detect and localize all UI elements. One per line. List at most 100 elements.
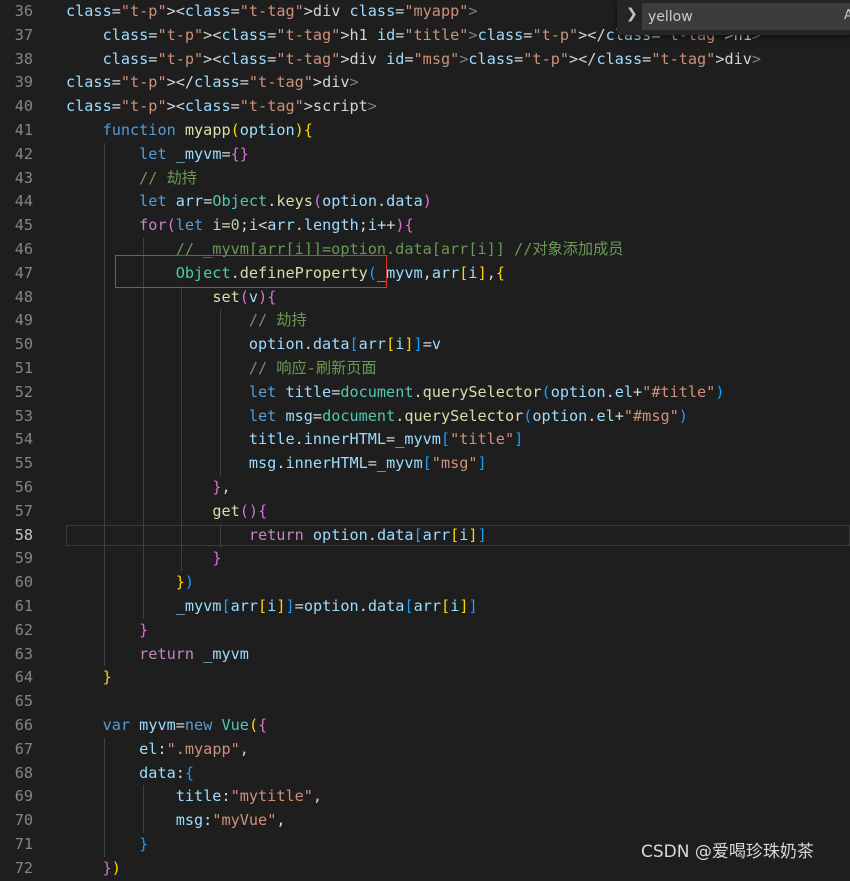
code-line[interactable]: 48 set(v){ [0,286,850,310]
line-number: 50 [14,335,33,354]
line-number: 49 [14,311,33,330]
line-number: 47 [14,263,33,282]
code-line[interactable]: 54 title.innerHTML=_myvm["title"] [0,428,850,452]
code-text: _myvm[arr[i]]=option.data[arr[i]] [175,597,478,615]
code-line[interactable]: 49 // 劫持 [0,309,850,333]
code-line[interactable]: 39 class="t-p"></class="t-tag">div> [0,71,850,95]
code-line[interactable]: 66 var myvm=new Vue({ [0,714,850,738]
line-number: 71 [14,835,33,853]
code-text: msg:"myVue", [175,811,286,830]
code-text: var myvm=new Vue({ [102,716,268,734]
code-line[interactable]: 44 let arr=Object.keys(option.data) [0,190,850,214]
code-text: function myapp(option){ [102,121,313,139]
indent-guide [181,285,183,572]
code-text: // 响应-刷新页面 [248,359,377,377]
line-number: 68 [14,763,33,782]
code-line[interactable]: 51 // 响应-刷新页面 [0,357,850,381]
code-text: class="t-p"><class="t-tag">div class="my… [66,2,478,20]
code-text: let title=document.querySelector(option.… [248,382,725,401]
code-line[interactable]: 57 get(){ [0,500,850,524]
line-number: 36 [14,2,33,20]
line-number: 52 [14,382,33,401]
code-line[interactable]: 52 let title=document.querySelector(opti… [0,381,850,405]
line-number: 41 [14,121,33,139]
code-line[interactable]: 67 el:".myapp", [0,738,850,762]
line-number: 39 [14,73,33,92]
code-line[interactable]: 68 data:{ [0,762,850,786]
code-line[interactable]: 42 let _myvm={} [0,143,850,167]
code-text: } [139,620,149,639]
code-text: } [139,835,149,853]
code-line[interactable]: 64 } [0,666,850,690]
code-text: }) [175,573,195,592]
code-text: class="t-p"><class="t-tag">div id="msg">… [102,49,762,68]
code-editor[interactable]: 36 class="t-p"><class="t-tag">div class="… [0,0,850,877]
line-number: 57 [14,501,33,520]
line-number: 48 [14,287,33,306]
line-number: 53 [14,406,33,425]
code-line[interactable]: 58 return option.data[arr[i]] [0,524,850,548]
line-number: 51 [14,359,33,377]
indent-guide [142,785,144,833]
code-line[interactable]: 69 title:"mytitle", [0,785,850,809]
code-text: // 劫持 [139,168,197,187]
code-text: option.data[arr[i]]=v [248,335,442,354]
line-number: 54 [14,430,33,449]
code-line[interactable]: 59 } [0,547,850,571]
code-line[interactable]: 40 class="t-p"><class="t-tag">script> [0,95,850,119]
code-text: title.innerHTML=_myvm["title"] [248,430,524,449]
code-line[interactable]: 56 }, [0,476,850,500]
code-text: set(v){ [212,287,277,306]
code-text: msg.innerHTML=_myvm["msg"] [248,454,487,473]
line-number: 66 [14,716,33,734]
code-text: }, [212,478,231,496]
code-text: return _myvm [139,644,249,663]
code-text: return option.data[arr[i]] [248,525,487,544]
code-text: // 劫持 [248,311,307,330]
line-number: 38 [14,49,33,68]
line-number: 45 [14,216,33,235]
line-number: 62 [14,620,33,639]
code-line[interactable]: 41 function myapp(option){ [0,119,850,143]
indent-guide [104,142,106,667]
code-line[interactable]: 61 _myvm[arr[i]]=option.data[arr[i]] [0,595,850,619]
code-text: get(){ [212,501,268,520]
chevron-right-icon[interactable]: ❯ [626,6,638,22]
indent-guide [142,238,144,619]
code-line[interactable]: 38 class="t-p"><class="t-tag">div id="ms… [0,48,850,72]
line-number: 55 [14,454,33,473]
line-number: 56 [14,478,33,496]
code-text: class="t-p"><class="t-tag">script> [66,97,377,116]
code-line[interactable]: 55 msg.innerHTML=_myvm["msg"] [0,452,850,476]
code-line[interactable]: 45 for(let i=0;i<arr.length;i++){ [0,214,850,238]
line-number: 44 [14,192,33,211]
line-number: 40 [14,97,33,116]
indent-guide [219,309,221,476]
code-text: el:".myapp", [139,739,249,758]
line-number: 46 [14,240,33,258]
code-line[interactable]: 70 msg:"myVue", [0,809,850,833]
highlight-box [115,255,387,288]
line-number: 42 [14,144,33,163]
code-line[interactable]: 53 let msg=document.querySelector(option… [0,405,850,429]
line-number: 63 [14,644,33,663]
code-line[interactable]: 62 } [0,619,850,643]
code-line[interactable]: 65 [0,690,850,714]
code-text: for(let i=0;i<arr.length;i++){ [139,216,414,235]
code-line[interactable]: 43 // 劫持 [0,167,850,191]
line-number: 37 [14,25,33,44]
code-line[interactable]: 50 option.data[arr[i]]=v [0,333,850,357]
code-text: } [102,668,112,687]
code-line[interactable]: 63 return _myvm [0,643,850,667]
line-number: 64 [14,668,33,687]
indent-guide [219,523,221,548]
line-number: 60 [14,573,33,592]
match-case-toggle[interactable]: A [844,8,850,23]
line-number: 61 [14,597,33,615]
watermark: CSDN @爱喝珍珠奶茶 [641,842,814,862]
indent-guide [104,737,106,857]
find-input[interactable] [642,3,850,30]
code-line[interactable]: 60 }) [0,571,850,595]
code-text: let _myvm={} [139,144,249,163]
code-text: let msg=document.querySelector(option.el… [248,406,688,425]
